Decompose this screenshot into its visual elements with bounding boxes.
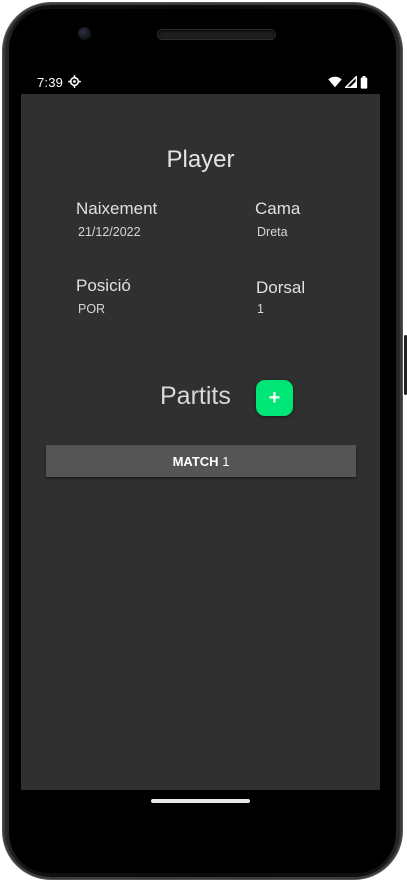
home-gesture-handle[interactable] [151,799,250,803]
status-bar: 7:39 [21,70,380,94]
position-value: POR [78,302,106,316]
number-value: 1 [257,302,264,316]
cell-signal-icon [345,76,357,88]
add-match-button[interactable]: + [256,380,293,416]
birth-label: Naixement [76,199,158,218]
navigation-bar [21,790,380,826]
leg-value: Dreta [257,225,288,239]
status-icons [328,75,368,89]
phone-frame: 7:39 Player Naixement 21/12/2022 Cama Dr… [0,0,407,884]
match-button[interactable]: MATCH 1 [46,445,356,477]
birth-value: 21/12/2022 [78,225,141,239]
status-time: 7:39 [37,75,64,90]
plus-icon: + [268,386,281,409]
earpiece-speaker [158,30,275,39]
app-screen: Player Naixement 21/12/2022 Cama Dreta P… [21,94,380,790]
position-label: Posició [76,276,131,295]
number-label: Dorsal [256,278,306,297]
match-label: MATCH [172,453,219,469]
match-number: 1 [222,453,230,469]
wifi-icon [328,76,342,88]
settings-gear-icon [68,75,81,88]
front-camera-icon [78,27,91,40]
battery-icon [360,75,368,89]
matches-title: Partits [160,382,231,410]
leg-label: Cama [255,199,301,218]
page-title: Player [166,146,235,173]
